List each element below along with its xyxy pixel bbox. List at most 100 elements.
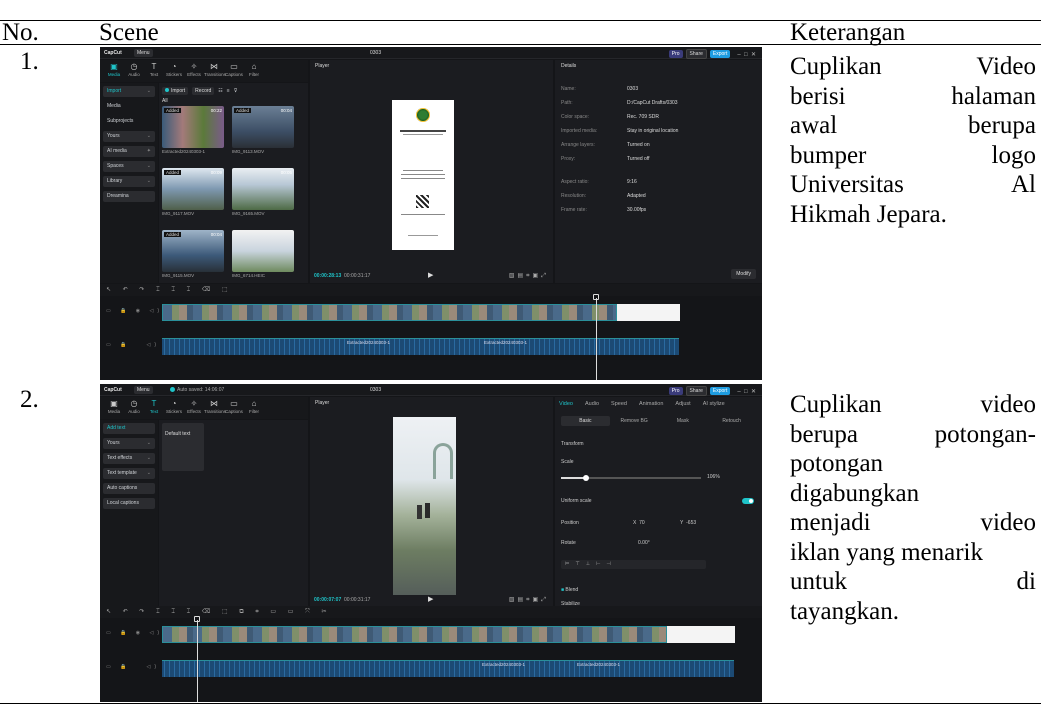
tool-captions[interactable]: ▭ Captions (224, 397, 244, 419)
tool-filter[interactable]: ⌂ Filter (244, 60, 264, 82)
play-icon[interactable]: ▶ (428, 271, 433, 279)
audio-track-clip[interactable]: Extracted20240303-1 Extracted20240303-1 (162, 338, 679, 355)
nav-media[interactable]: Media (103, 101, 155, 112)
nav-spaces[interactable]: Spaces ⌄ (103, 161, 155, 172)
nav-import[interactable]: Import ⌄ (103, 86, 155, 97)
tool-text[interactable]: T Text (144, 397, 164, 419)
tool-audio[interactable]: ◷ Audio (124, 60, 144, 82)
tab-ai-stylize[interactable]: AI stylize (703, 401, 725, 407)
audio-track-controls-icon[interactable]: ▭ 🔒 ◁) (106, 342, 160, 348)
position-x-value[interactable]: X 70 (633, 520, 645, 526)
share-button[interactable]: Share (685, 386, 707, 396)
blend-section[interactable]: ■ Blend (561, 587, 578, 593)
player-preview[interactable] (393, 417, 456, 595)
uniform-scale-toggle[interactable] (742, 498, 754, 504)
tool-stickers[interactable]: ◔ Stickers (164, 60, 184, 82)
rotate-value[interactable]: 0.00° (638, 540, 650, 546)
tab-speed[interactable]: Speed (611, 401, 627, 407)
tab-adjust[interactable]: Adjust (675, 401, 690, 407)
nav-add-text[interactable]: Add text (103, 423, 155, 434)
media-item[interactable]: IMG_6714.HEIC (232, 230, 294, 278)
tool-media[interactable]: ▣ Media (104, 397, 124, 419)
transform-section[interactable]: Transform (561, 441, 584, 447)
playhead[interactable] (197, 620, 198, 702)
media-item[interactable]: Added 00:09 IMG_9117.MOV (162, 168, 224, 216)
play-icon[interactable]: ▶ (428, 595, 433, 603)
playhead-handle-icon[interactable] (593, 294, 599, 300)
video-track-end-clip[interactable] (667, 626, 735, 643)
share-button[interactable]: Share (685, 49, 707, 59)
nav-text-template[interactable]: Text template ⌄ (103, 468, 155, 479)
subtab-retouch[interactable]: Retouch (707, 416, 756, 426)
playhead-handle-icon[interactable] (194, 616, 200, 622)
tool-effects[interactable]: ✧ Effects (184, 60, 204, 82)
audio-track-clip[interactable]: Extracted20240303-1 Extracted20240303-1 (162, 660, 734, 677)
video-track-end-clip[interactable] (617, 304, 680, 321)
tool-text[interactable]: T Text (144, 60, 164, 82)
nav-text-effects[interactable]: Text effects ⌄ (103, 453, 155, 464)
nav-yours[interactable]: Yours ⌄ (103, 131, 155, 142)
tool-captions[interactable]: ▭ Captions (224, 60, 244, 82)
player-tools-icon[interactable]: ▧▤⌗▣⤢ (509, 596, 549, 604)
tool-media[interactable]: ▣ Media (104, 60, 124, 82)
subtab-basic[interactable]: Basic (561, 416, 610, 426)
media-item[interactable]: Added 00:04 IMG_9113.MOV (232, 106, 294, 154)
tab-animation[interactable]: Animation (639, 401, 663, 407)
desc-line: berupa potongan- (790, 420, 1036, 448)
track-controls-icon[interactable]: ▭ 🔒 ◉ ◁) (106, 630, 163, 636)
window-controls-icon[interactable]: – □ ✕ (737, 51, 756, 58)
audio-track-controls-icon[interactable]: ▭ 🔒 ◁) (106, 664, 160, 670)
nav-local-captions[interactable]: Local captions (103, 498, 155, 509)
audio-clip-label: Extracted20240303-1 (484, 340, 528, 345)
capcut-screenshot-1: CapCut Menu 0303 Pro Share Export – □ ✕ … (100, 47, 762, 380)
tool-effects[interactable]: ✧ Effects (184, 397, 204, 419)
pro-button[interactable]: Pro (668, 387, 683, 395)
tab-video[interactable]: Video (559, 401, 573, 407)
detail-row: Arrange layers: Turned on (561, 142, 650, 148)
subtab-remove-bg[interactable]: Remove BG (610, 416, 659, 426)
tool-transitions[interactable]: ⋈ Transitions (204, 397, 226, 419)
window-controls-icon[interactable]: – □ ✕ (737, 388, 756, 395)
scale-value[interactable]: 106% (707, 474, 720, 480)
nav-yours[interactable]: Yours ⌄ (103, 438, 155, 449)
tool-transitions[interactable]: ⋈ Transitions (204, 60, 226, 82)
tool-audio[interactable]: ◷ Audio (124, 397, 144, 419)
align-buttons-icon[interactable]: ⊨⊤⊥⊢⊣ (561, 560, 706, 569)
subtab-mask[interactable]: Mask (659, 416, 708, 426)
media-item[interactable]: Added 00:04 IMG_9115.MOV (162, 230, 224, 278)
import-button[interactable]: Import (162, 87, 189, 95)
menu-button[interactable]: Menu (134, 386, 153, 394)
filter-list-icon[interactable]: ⊽ (234, 88, 238, 94)
nav-library[interactable]: Library ⌄ (103, 176, 155, 187)
player-tools-icon[interactable]: ▧▤⌗▣⤢ (509, 272, 549, 280)
tool-stickers[interactable]: ◔ Stickers (164, 397, 184, 419)
nav-ai-media[interactable]: AI media ✦ (103, 146, 155, 157)
grid-view-icon[interactable]: ☷ (218, 88, 222, 94)
menu-button[interactable]: Menu (134, 49, 153, 57)
nav-auto-captions[interactable]: Auto captions (103, 483, 155, 494)
scale-slider-knob[interactable] (583, 475, 589, 481)
video-track-clip[interactable] (162, 304, 617, 321)
scale-slider[interactable] (561, 475, 701, 481)
tool-filter[interactable]: ⌂ Filter (244, 397, 264, 419)
export-button[interactable]: Export (709, 387, 731, 395)
record-button[interactable]: Record (192, 87, 215, 95)
playhead[interactable] (596, 298, 597, 380)
duration-badge: 00:05 (280, 170, 292, 175)
pro-button[interactable]: Pro (668, 50, 683, 58)
track-controls-icon[interactable]: ▭ 🔒 ◉ ◁) (106, 308, 163, 314)
video-track-clip[interactable] (162, 626, 667, 643)
tab-audio[interactable]: Audio (585, 401, 599, 407)
media-item[interactable]: 00:05 IMG_9165.MOV (232, 168, 294, 216)
position-y-value[interactable]: Y -653 (680, 520, 696, 526)
nav-subprojects[interactable]: Subprojects (103, 116, 155, 127)
modify-button[interactable]: Modify (731, 269, 756, 279)
timeline-toolbar-icon[interactable]: ↖ ↶ ↷ ⌶ ⌶ ⌶ ⌫ ⬚ (100, 284, 762, 296)
sort-icon[interactable]: ≡ (227, 88, 230, 94)
timeline: ↖ ↶ ↷ ⌶ ⌶ ⌶ ⌫ ⬚ ⧉ ⌗ ▭ ▭ ⤧ ✂ ▭ 🔒 ◉ ◁) ▭ 🔒… (100, 606, 762, 702)
media-item[interactable]: Added 00:22 Extracted20240303-1 (162, 106, 224, 154)
nav-dreamina[interactable]: Dreamina (103, 191, 155, 202)
export-button[interactable]: Export (709, 50, 731, 58)
default-text-card[interactable]: Default text (162, 423, 204, 471)
player-preview[interactable] (392, 100, 454, 250)
